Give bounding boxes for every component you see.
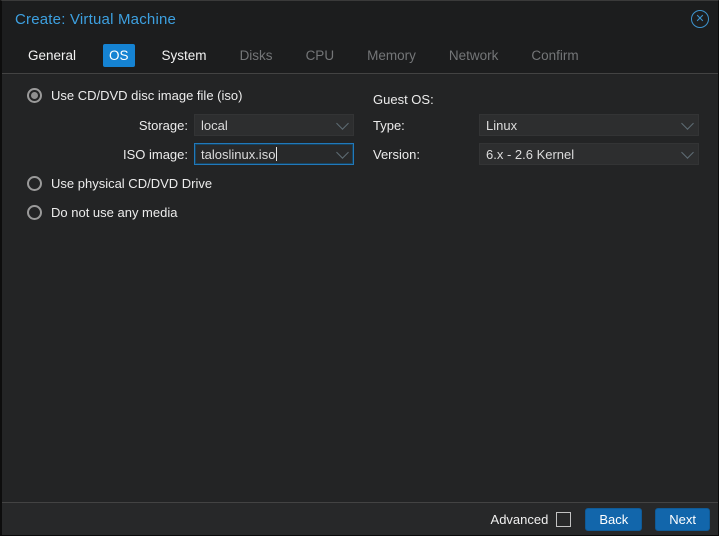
version-value: 6.x - 2.6 Kernel — [486, 146, 575, 162]
radio-option-physical-drive-label: Use physical CD/DVD Drive — [51, 176, 213, 191]
iso-image-combobox[interactable]: taloslinux.iso — [194, 143, 354, 165]
advanced-checkbox[interactable] — [556, 511, 572, 527]
radio-option-no-media-label: Do not use any media — [51, 205, 178, 220]
advanced-toggle[interactable]: Advanced — [490, 511, 572, 527]
create-vm-dialog: Create: Virtual Machine ✕ General OS Sys… — [0, 0, 719, 536]
next-button[interactable]: Next — [655, 507, 710, 531]
storage-label: Storage: — [138, 117, 188, 133]
guest-os-heading: Guest OS: — [373, 91, 434, 107]
type-value: Linux — [486, 117, 518, 133]
dialog-footer: Advanced Back Next — [2, 502, 718, 535]
storage-value: local — [201, 117, 228, 133]
tab-os[interactable]: OS — [103, 43, 135, 67]
storage-combobox[interactable]: local — [194, 114, 354, 136]
version-combobox[interactable]: 6.x - 2.6 Kernel — [479, 143, 699, 165]
os-tab-panel: Use CD/DVD disc image file (iso) Storage… — [2, 75, 718, 502]
radio-selected-icon[interactable] — [27, 88, 42, 103]
iso-image-value: taloslinux.iso — [201, 146, 278, 162]
radio-unselected-icon[interactable] — [27, 205, 42, 220]
type-combobox[interactable]: Linux — [479, 114, 699, 136]
tab-disks: Disks — [239, 47, 273, 63]
advanced-label: Advanced — [490, 511, 549, 527]
dialog-title: Create: Virtual Machine — [15, 10, 177, 28]
radio-unselected-icon[interactable] — [27, 176, 42, 191]
radio-option-no-media[interactable]: Do not use any media — [27, 205, 177, 220]
wizard-tabbar: General OS System Disks CPU Memory Netwo… — [2, 37, 718, 74]
tab-system[interactable]: System — [156, 44, 213, 67]
chevron-down-icon[interactable] — [336, 145, 349, 159]
tab-cpu: CPU — [305, 47, 335, 63]
radio-option-cd-image-label: Use CD/DVD disc image file (iso) — [51, 88, 243, 103]
dialog-titlebar: Create: Virtual Machine ✕ — [2, 1, 718, 37]
tab-confirm: Confirm — [531, 47, 579, 63]
type-label: Type: — [373, 117, 405, 133]
tab-memory: Memory — [367, 47, 416, 63]
radio-option-cd-image[interactable]: Use CD/DVD disc image file (iso) — [27, 88, 242, 103]
close-icon[interactable]: ✕ — [691, 10, 709, 28]
chevron-down-icon[interactable] — [681, 116, 694, 130]
back-button[interactable]: Back — [585, 507, 643, 531]
tab-network: Network — [448, 47, 499, 63]
text-cursor — [276, 146, 278, 161]
chevron-down-icon[interactable] — [336, 116, 349, 130]
chevron-down-icon[interactable] — [681, 145, 694, 159]
iso-image-label: ISO image: — [122, 146, 188, 162]
tab-general[interactable]: General — [22, 44, 82, 67]
radio-option-physical-drive[interactable]: Use physical CD/DVD Drive — [27, 176, 212, 191]
version-label: Version: — [373, 146, 420, 162]
